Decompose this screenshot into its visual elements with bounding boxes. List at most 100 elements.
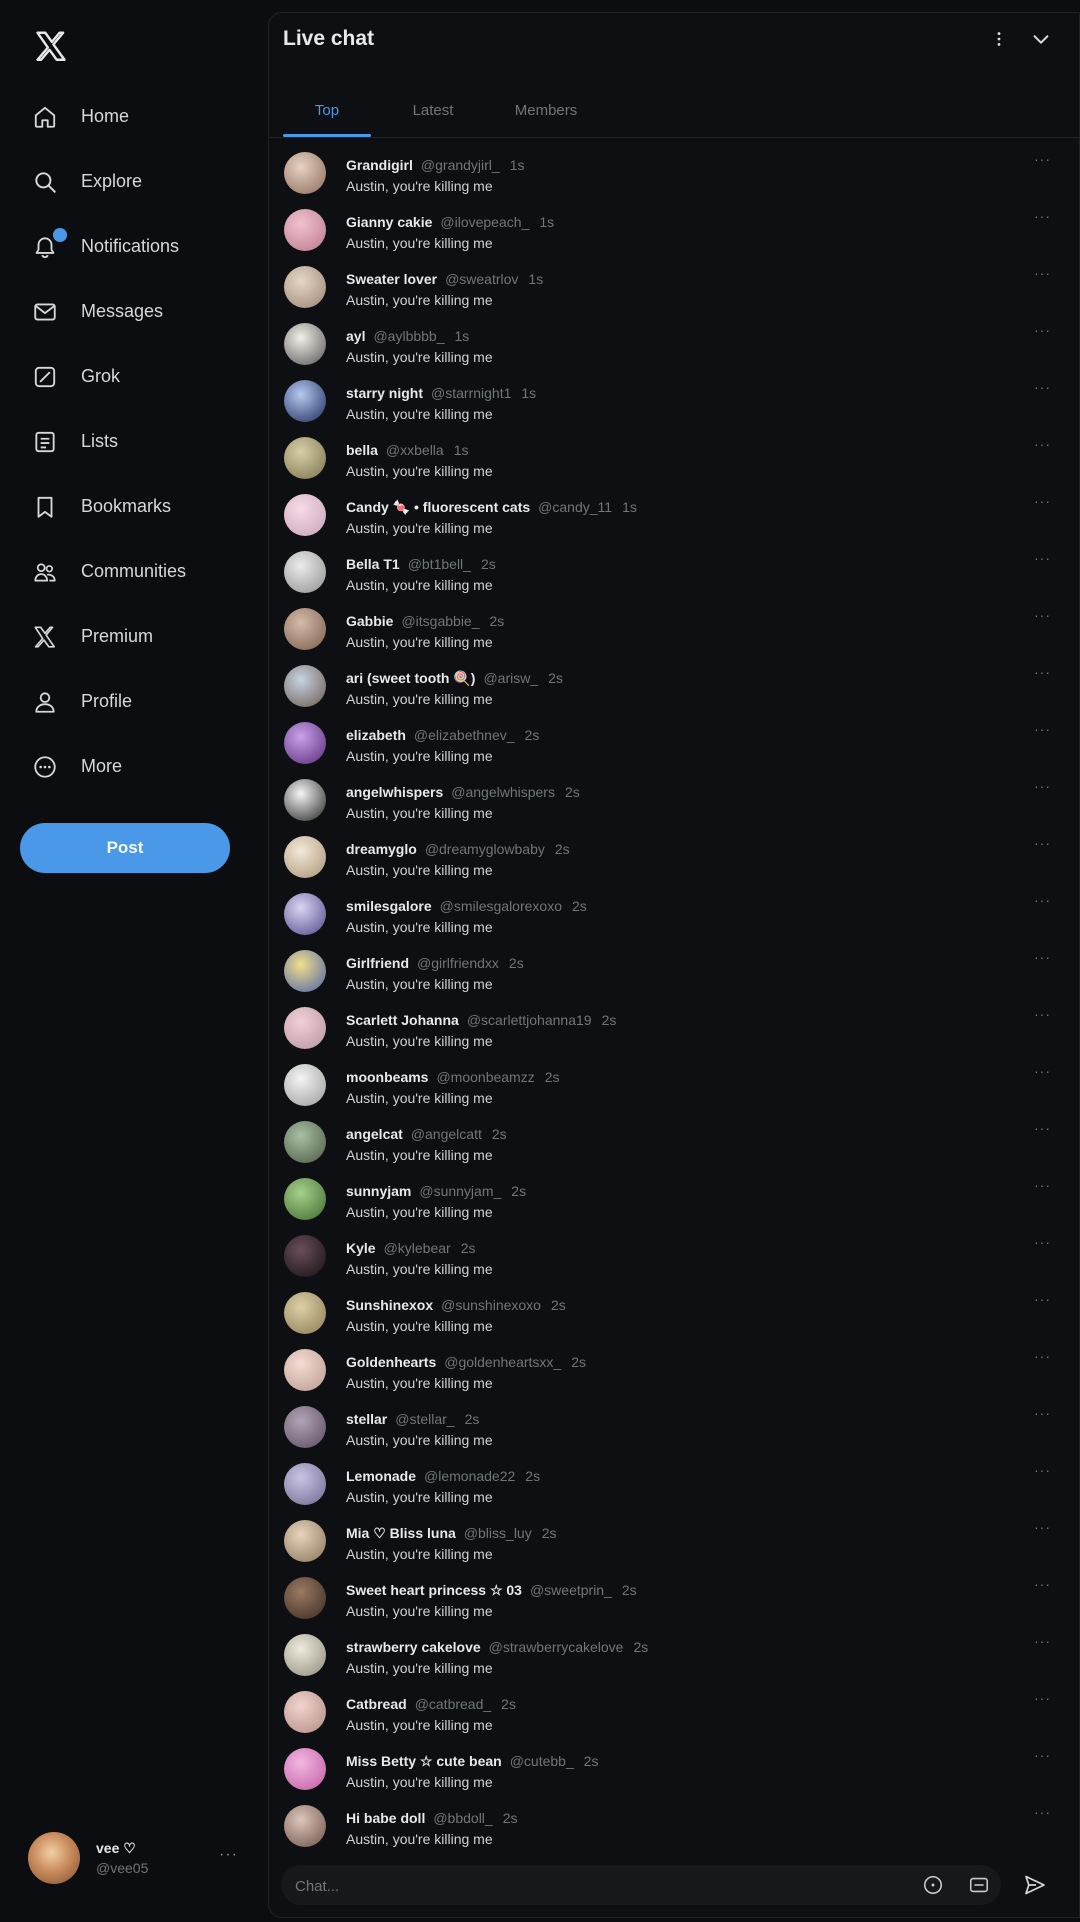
tab-latest[interactable]: Latest [387,83,479,137]
message-author-name[interactable]: Miss Betty ☆ cute bean [346,1753,502,1769]
more-dots-icon[interactable]: ··· [1034,1177,1051,1193]
message-author-name[interactable]: Lemonade [346,1468,416,1484]
message-author-name[interactable]: Mia ♡ Bliss luna [346,1525,456,1541]
chat-message[interactable]: smilesgalore @smilesgalorexoxo 2s Austin, y… [269,886,1079,943]
message-author-name[interactable]: bella [346,442,378,458]
avatar[interactable] [284,1235,326,1277]
message-author-handle[interactable]: @ilovepeach_ [440,214,529,230]
more-dots-icon[interactable]: ··· [1034,1291,1051,1307]
nav-item-communities[interactable]: Communities [0,539,262,604]
message-author-handle[interactable]: @xxbella [386,442,444,458]
more-dots-icon[interactable]: ··· [1034,1576,1051,1592]
avatar[interactable] [284,1349,326,1391]
message-author-name[interactable]: Gabbie [346,613,393,629]
message-author-name[interactable]: smilesgalore [346,898,432,914]
nav-item-premium[interactable]: Premium [0,604,262,669]
more-dots-icon[interactable]: ··· [219,1846,238,1864]
avatar[interactable] [284,1406,326,1448]
message-author-handle[interactable]: @angelwhispers [451,784,555,800]
chat-message[interactable]: Gianny cakie @ilovepeach_ 1s Austin, you're… [269,202,1079,259]
chat-message[interactable]: Lemonade @lemonade22 2s Austin, you're kill… [269,1456,1079,1513]
message-author-handle[interactable]: @stellar_ [395,1411,454,1427]
avatar[interactable] [284,1121,326,1163]
message-author-name[interactable]: Girlfriend [346,955,409,971]
message-author-name[interactable]: moonbeams [346,1069,428,1085]
message-author-name[interactable]: Scarlett Johanna [346,1012,459,1028]
message-author-handle[interactable]: @lemonade22 [424,1468,515,1484]
message-author-name[interactable]: starry night [346,385,423,401]
chat-message[interactable]: strawberry cakelove @strawberrycakelove 2s… [269,1627,1079,1684]
chat-message[interactable]: Goldenhearts @goldenheartsxx_ 2s Austin, yo… [269,1342,1079,1399]
message-author-name[interactable]: elizabeth [346,727,406,743]
message-author-handle[interactable]: @kylebear [384,1240,451,1256]
avatar[interactable] [284,950,326,992]
chat-message[interactable]: Girlfriend @girlfriendxx 2s Austin, you're … [269,943,1079,1000]
avatar[interactable] [284,1634,326,1676]
more-dots-icon[interactable]: ··· [1034,721,1051,737]
emoji-icon[interactable] [921,1873,945,1897]
message-author-name[interactable]: ayl [346,328,365,344]
tab-top[interactable]: Top [283,83,371,137]
avatar[interactable] [284,323,326,365]
more-dots-icon[interactable]: ··· [1034,664,1051,680]
message-author-name[interactable]: Kyle [346,1240,376,1256]
message-author-name[interactable]: angelwhispers [346,784,443,800]
chat-message[interactable]: ayl @aylbbbb_ 1s Austin, you're killing me ·… [269,316,1079,373]
message-author-name[interactable]: Sweet heart princess ☆ 03 [346,1582,522,1598]
avatar[interactable] [284,779,326,821]
send-icon[interactable] [1021,1871,1049,1899]
chat-message[interactable]: Sunshinexox @sunshinexoxo 2s Austin, you're… [269,1285,1079,1342]
chat-message[interactable]: Grandigirl @grandyjirl_ 1s Austin, you're k… [269,145,1079,202]
avatar[interactable] [284,1007,326,1049]
chat-message[interactable]: Miss Betty ☆ cute bean @cutebb_ 2s Austin, … [269,1741,1079,1798]
chat-message[interactable]: Scarlett Johanna @scarlettjohanna19 2s Aust… [269,1000,1079,1057]
more-dots-icon[interactable]: ··· [1034,607,1051,623]
account-switcher[interactable]: vee ♡ @vee05 ··· [28,1832,238,1884]
avatar[interactable] [284,1805,326,1847]
avatar[interactable] [284,1178,326,1220]
message-author-handle[interactable]: @smilesgalorexoxo [440,898,562,914]
more-dots-icon[interactable]: ··· [1034,1519,1051,1535]
avatar[interactable] [284,1292,326,1334]
more-dots-icon[interactable]: ··· [1034,436,1051,452]
message-author-name[interactable]: stellar [346,1411,387,1427]
avatar[interactable] [284,1463,326,1505]
nav-item-grok[interactable]: Grok [0,344,262,409]
message-author-name[interactable]: Bella T1 [346,556,400,572]
avatar[interactable] [284,380,326,422]
nav-item-bookmarks[interactable]: Bookmarks [0,474,262,539]
avatar[interactable] [284,1748,326,1790]
tab-members[interactable]: Members [491,83,601,137]
more-dots-icon[interactable]: ··· [1034,265,1051,281]
message-author-handle[interactable]: @sweetprin_ [530,1582,612,1598]
chat-message[interactable]: bella @xxbella 1s Austin, you're killing me… [269,430,1079,487]
chat-message[interactable]: ari (sweet tooth 🍭) @arisw_ 2s Austin, you'… [269,658,1079,715]
avatar[interactable] [284,1577,326,1619]
avatar[interactable] [284,1691,326,1733]
message-author-name[interactable]: Grandigirl [346,157,413,173]
avatar[interactable] [284,152,326,194]
nav-item-messages[interactable]: Messages [0,279,262,344]
chat-message[interactable]: Sweet heart princess ☆ 03 @sweetprin_ 2s Au… [269,1570,1079,1627]
message-author-handle[interactable]: @cutebb_ [510,1753,574,1769]
nav-item-profile[interactable]: Profile [0,669,262,734]
nav-item-more[interactable]: More [0,734,262,799]
message-author-handle[interactable]: @sweatrlov [445,271,518,287]
kebab-menu-icon[interactable] [987,27,1011,51]
chat-message[interactable]: Mia ♡ Bliss luna @bliss_luy 2s Austin, you'… [269,1513,1079,1570]
avatar[interactable] [284,494,326,536]
nav-item-notifications[interactable]: Notifications [0,214,262,279]
chat-message[interactable]: angelwhispers @angelwhispers 2s Austin, you… [269,772,1079,829]
nav-item-home[interactable]: Home [0,84,262,149]
chat-message[interactable]: Bella T1 @bt1bell_ 2s Austin, you're killin… [269,544,1079,601]
message-author-handle[interactable]: @itsgabbie_ [401,613,479,629]
message-author-name[interactable]: angelcat [346,1126,403,1142]
message-author-name[interactable]: dreamyglo [346,841,417,857]
more-dots-icon[interactable]: ··· [1034,949,1051,965]
chat-message[interactable]: Candy 🍬 • fluorescent cats @candy_11 1s Aus… [269,487,1079,544]
nav-item-explore[interactable]: Explore [0,149,262,214]
more-dots-icon[interactable]: ··· [1034,1348,1051,1364]
chat-message[interactable]: moonbeams @moonbeamzz 2s Austin, you're kil… [269,1057,1079,1114]
more-dots-icon[interactable]: ··· [1034,208,1051,224]
avatar[interactable] [284,893,326,935]
